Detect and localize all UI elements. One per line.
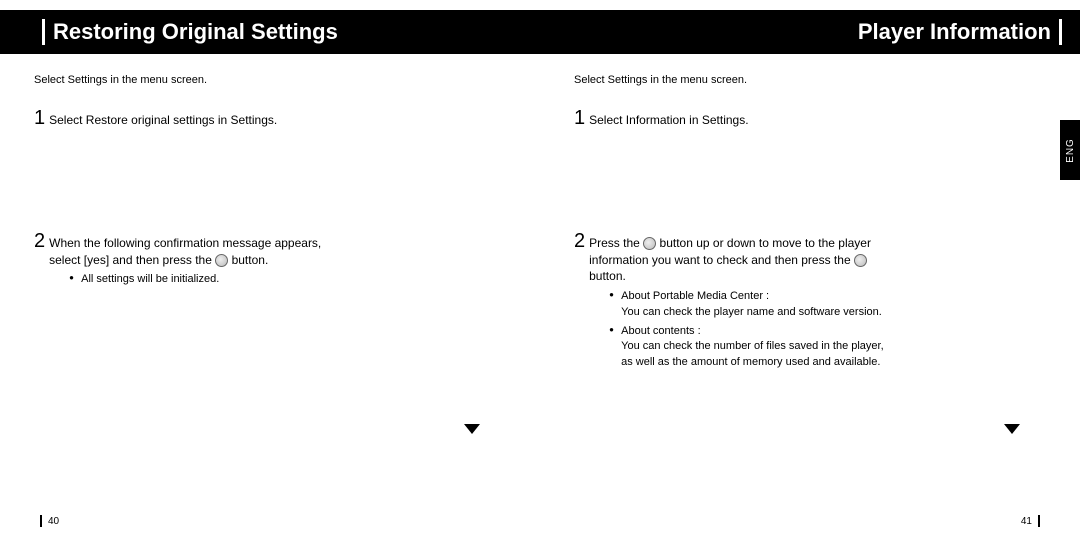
step-number: 2: [34, 231, 45, 251]
round-button-icon: [643, 237, 656, 250]
right-intro: Select Settings in the menu screen.: [574, 74, 1046, 86]
header-right: Player Information: [858, 19, 1070, 45]
page-spread: Select Settings in the menu screen. 1 Se…: [0, 54, 1080, 539]
divider-bar-icon: [1038, 515, 1040, 527]
right-step-1: 1 Select Information in Settings.: [574, 108, 1046, 129]
left-step-1: 1 Select Restore original settings in Se…: [34, 108, 506, 129]
step-number: 1: [574, 108, 585, 128]
step-number: 1: [34, 108, 45, 128]
pagenum-text: 41: [1021, 516, 1032, 527]
left-step-2: 2 When the following confirmation messag…: [34, 231, 506, 292]
round-button-icon: [854, 254, 867, 267]
step-number: 2: [574, 231, 585, 251]
bullet-title: About contents :: [621, 325, 701, 337]
divider-bar-icon: [1059, 19, 1062, 45]
step-text: When the following confirmation message …: [49, 231, 349, 292]
title-player-info: Player Information: [858, 19, 1051, 45]
bullet-list: About Portable Media Center : You can ch…: [609, 289, 889, 370]
step-text: Select Restore original settings in Sett…: [49, 108, 277, 129]
bullet-body: You can check the number of files saved …: [621, 340, 884, 367]
step-text: Press the button up or down to move to t…: [589, 231, 889, 374]
step2-part-a: Press the: [589, 236, 640, 250]
left-intro: Select Settings in the menu screen.: [34, 74, 506, 86]
page-number-right: 41: [1021, 515, 1046, 527]
right-step-2: 2 Press the button up or down to move to…: [574, 231, 1046, 374]
bullet-item: About Portable Media Center : You can ch…: [609, 289, 889, 320]
page-number-left: 40: [34, 515, 59, 527]
pagenum-text: 40: [48, 516, 59, 527]
down-arrow-icon: [464, 424, 480, 434]
step2-part-a: When the following confirmation message …: [49, 236, 321, 267]
divider-bar-icon: [42, 19, 45, 45]
document-header: Restoring Original Settings Player Infor…: [0, 10, 1080, 54]
down-arrow-icon: [1004, 424, 1020, 434]
bullet-title: About Portable Media Center :: [621, 290, 769, 302]
bullet-body: You can check the player name and softwa…: [621, 306, 882, 318]
round-button-icon: [215, 254, 228, 267]
left-page: Select Settings in the menu screen. 1 Se…: [0, 54, 540, 539]
right-page: Select Settings in the menu screen. 1 Se…: [540, 54, 1080, 539]
title-restoring: Restoring Original Settings: [53, 19, 338, 45]
header-left: Restoring Original Settings: [34, 19, 338, 45]
divider-bar-icon: [40, 515, 42, 527]
step2-part-b: button.: [232, 253, 269, 267]
step-text: Select Information in Settings.: [589, 108, 748, 129]
bullet-item: All settings will be initialized.: [69, 272, 349, 287]
bullet-item: About contents : You can check the numbe…: [609, 324, 889, 370]
step2-part-c: button.: [589, 269, 626, 283]
bullet-list: All settings will be initialized.: [69, 272, 349, 287]
